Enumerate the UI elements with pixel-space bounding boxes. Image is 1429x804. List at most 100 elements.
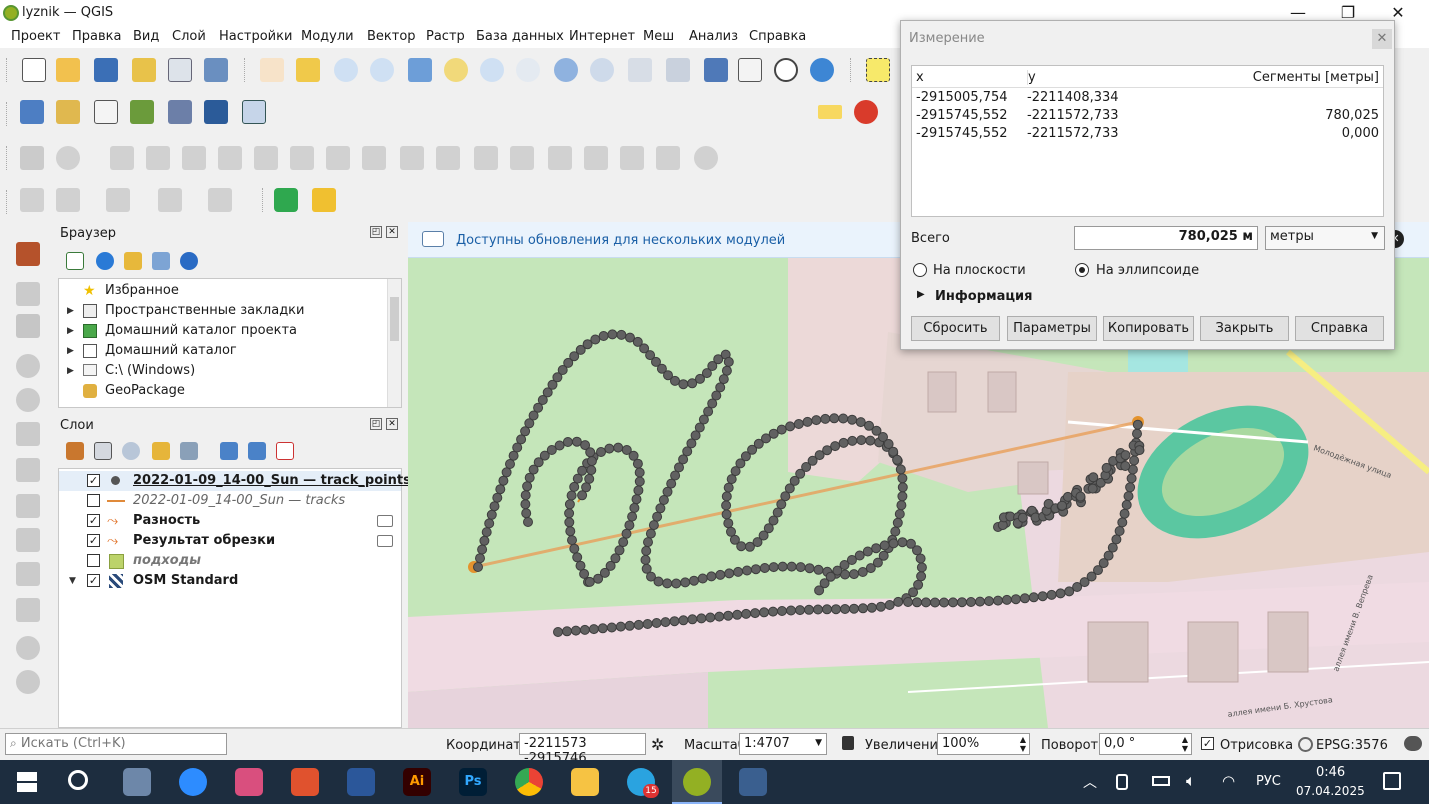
layer-checkbox[interactable]	[87, 554, 100, 567]
menu-help[interactable]: Справка	[749, 29, 806, 44]
add-group-icon[interactable]	[94, 442, 112, 460]
data-source-manager-icon[interactable]	[20, 100, 44, 124]
lock-icon[interactable]	[842, 736, 854, 750]
menu-edit[interactable]: Правка	[72, 29, 121, 44]
measure-angle-icon[interactable]	[20, 146, 44, 170]
filter-legend-icon[interactable]	[152, 442, 170, 460]
battery-icon[interactable]	[1152, 776, 1170, 786]
advanced-digitize-icon[interactable]	[16, 422, 40, 446]
radio-planimetric[interactable]	[913, 263, 927, 277]
cut-features-icon[interactable]	[16, 528, 40, 552]
show-bookmarks-icon[interactable]	[738, 58, 762, 82]
temporal-clock-icon[interactable]	[774, 58, 798, 82]
menu-vector[interactable]: Вектор	[367, 29, 416, 44]
zoom-native-icon[interactable]	[516, 58, 540, 82]
new-temp-layer-icon[interactable]	[242, 100, 266, 124]
circle-tool-icon[interactable]	[56, 188, 80, 212]
zoom-last-icon[interactable]	[554, 58, 578, 82]
scale-combo[interactable]: 1:4707 ▼	[739, 733, 827, 755]
filter-browser-icon[interactable]	[124, 252, 142, 270]
clock-date[interactable]: 07.04.2025	[1296, 784, 1365, 798]
expand-all-icon[interactable]	[220, 442, 238, 460]
save-as-icon[interactable]	[132, 58, 156, 82]
zoom-full-icon[interactable]	[408, 58, 432, 82]
rotate-symbols-icon[interactable]	[694, 146, 718, 170]
speaker-icon[interactable]: 🔈︎	[1186, 771, 1196, 791]
new-mesh-layer-icon[interactable]	[204, 100, 228, 124]
message-text[interactable]: Доступны обновления для нескольких модул…	[456, 233, 785, 248]
refresh-icon[interactable]	[810, 58, 834, 82]
menu-mesh[interactable]: Меш	[643, 29, 674, 44]
polygon-tool-icon[interactable]	[208, 188, 232, 212]
table-row[interactable]: -2915745,552 -2211572,733 0,000	[912, 126, 1383, 144]
locator-search-input[interactable]: ⌕ Искать (Ctrl+K)	[5, 733, 227, 755]
label-abc-icon[interactable]	[818, 105, 842, 119]
windows-start-icon[interactable]	[17, 772, 37, 792]
save-project-icon[interactable]	[94, 58, 118, 82]
explorer-app-icon[interactable]	[123, 768, 151, 796]
close-panel-icon[interactable]: ✕	[386, 226, 398, 238]
merge-attributes-icon[interactable]	[656, 146, 680, 170]
expand-triangle-icon[interactable]: ▶	[917, 289, 925, 300]
layer-styling-icon[interactable]	[66, 442, 84, 460]
menu-raster[interactable]: Растр	[426, 29, 465, 44]
trim-extend-icon[interactable]	[510, 146, 534, 170]
collapse-all-layers-icon[interactable]	[248, 442, 266, 460]
settings-button[interactable]: Параметры	[1007, 316, 1097, 341]
language-indicator[interactable]: РУС	[1256, 774, 1281, 789]
style-manager-icon[interactable]	[204, 58, 228, 82]
print-layout-icon[interactable]	[168, 58, 192, 82]
globe-crs-icon[interactable]	[1298, 737, 1313, 752]
zoom-next-icon[interactable]	[590, 58, 614, 82]
toggle-editing-icon[interactable]	[16, 242, 40, 266]
move-feature-icon[interactable]	[146, 146, 170, 170]
touchpad-icon[interactable]	[1116, 774, 1128, 790]
radio-ellipsoidal-label[interactable]: На эллипсоиде	[1096, 263, 1199, 278]
redo-icon[interactable]	[16, 670, 40, 694]
search-taskbar-icon[interactable]	[68, 770, 88, 790]
layer-checkbox[interactable]: ✓	[87, 534, 100, 547]
modify-attributes-icon[interactable]	[16, 458, 40, 482]
expand-arrow-icon[interactable]: ▶	[67, 346, 74, 356]
zoom-out-icon[interactable]	[370, 58, 394, 82]
file-explorer-icon[interactable]	[571, 768, 599, 796]
rotation-spinbox[interactable]: 0,0 ° ▲ ▼	[1099, 733, 1192, 755]
word-app-icon[interactable]	[347, 768, 375, 796]
total-value-field[interactable]: 780,025 м	[1074, 226, 1258, 250]
crs-button[interactable]: EPSG:3576	[1316, 738, 1388, 753]
rectangle-tool-icon[interactable]	[158, 188, 182, 212]
info-icon[interactable]	[180, 252, 198, 270]
zoom-app-icon[interactable]	[179, 768, 207, 796]
menu-view[interactable]: Вид	[133, 29, 159, 44]
wifi-icon[interactable]: ◠	[1222, 772, 1235, 790]
close-panel-icon[interactable]: ✕	[386, 418, 398, 430]
layer-checkbox[interactable]: ✓	[87, 574, 100, 587]
menu-plugins[interactable]: Модули	[301, 29, 354, 44]
new-geopackage-layer-icon[interactable]	[56, 100, 80, 124]
help-button[interactable]: Справка	[1295, 316, 1384, 341]
curve-tool-icon[interactable]	[20, 188, 44, 212]
layer-row[interactable]: ✓ ⤳ Разность	[59, 511, 401, 531]
qgis-app-icon[interactable]	[683, 768, 711, 796]
new-map-view-icon[interactable]	[628, 58, 652, 82]
zoom-to-selection-icon[interactable]	[444, 58, 468, 82]
split-parts-icon[interactable]	[584, 146, 608, 170]
chrome-app-icon[interactable]	[515, 768, 543, 796]
temporary-layer-icon[interactable]	[377, 535, 393, 547]
simplify-icon[interactable]	[218, 146, 242, 170]
calculator-app-icon[interactable]	[739, 768, 767, 796]
column-y[interactable]: y	[1027, 70, 1036, 85]
identify-search-icon[interactable]	[274, 188, 298, 212]
menu-analysis[interactable]: Анализ	[689, 29, 738, 44]
remove-layer-icon[interactable]	[276, 442, 294, 460]
delete-ring-icon[interactable]	[362, 146, 386, 170]
column-x[interactable]: x	[916, 70, 924, 85]
bookmark-icon[interactable]	[704, 58, 728, 82]
visibility-eye-icon[interactable]	[122, 442, 140, 460]
menu-layer[interactable]: Слой	[172, 29, 206, 44]
add-selected-icon[interactable]	[66, 252, 84, 270]
digitize-line-icon[interactable]	[16, 354, 40, 378]
temporary-layer-icon[interactable]	[377, 515, 393, 527]
table-row[interactable]: -2915005,754 -2211408,334	[912, 90, 1383, 108]
pencil-icon[interactable]	[16, 282, 40, 306]
